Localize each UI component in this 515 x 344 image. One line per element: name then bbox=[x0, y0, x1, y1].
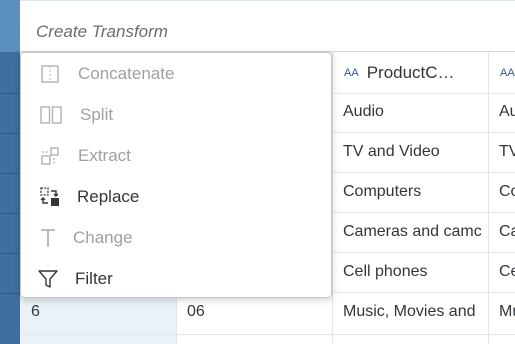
strip-divider bbox=[0, 173, 20, 174]
table-cell[interactable]: Audio bbox=[343, 92, 487, 132]
table-cell[interactable]: Music, Movies and bbox=[343, 292, 487, 332]
table-cell[interactable]: Co bbox=[499, 172, 515, 212]
column-header-next[interactable]: AA bbox=[500, 52, 515, 93]
table-cell[interactable]: Cameras and camc bbox=[343, 212, 488, 252]
menu-item-change[interactable]: Change bbox=[21, 217, 331, 258]
menu-item-extract[interactable]: Extract bbox=[21, 135, 331, 176]
table-cell[interactable]: Cell phones bbox=[343, 252, 487, 292]
menu-item-filter[interactable]: Filter bbox=[21, 258, 331, 299]
change-icon bbox=[37, 227, 59, 249]
menu-item-concatenate[interactable]: Concatenate bbox=[21, 53, 331, 94]
strip-divider bbox=[0, 253, 20, 254]
menu-item-label: Filter bbox=[75, 268, 113, 288]
replace-icon bbox=[39, 186, 61, 208]
concatenate-icon bbox=[39, 63, 61, 85]
split-icon bbox=[40, 104, 62, 126]
menu-item-replace[interactable]: Replace bbox=[21, 176, 331, 217]
string-type-icon: AA bbox=[344, 66, 359, 79]
table-cell[interactable]: TV bbox=[499, 132, 515, 172]
strip-divider bbox=[0, 133, 20, 134]
string-type-icon: AA bbox=[500, 66, 515, 79]
strip-header bbox=[0, 0, 20, 52]
menu-item-label: Extract bbox=[78, 145, 131, 165]
strip-divider bbox=[0, 213, 20, 214]
table-cell[interactable]: Ca bbox=[499, 212, 515, 252]
menu-item-split[interactable]: Split bbox=[21, 94, 331, 135]
strip-divider bbox=[0, 293, 20, 294]
extract-icon bbox=[39, 145, 61, 167]
filter-icon bbox=[37, 268, 59, 290]
menu-item-label: Split bbox=[80, 104, 114, 124]
table-cell[interactable]: TV and Video bbox=[343, 132, 487, 172]
menu-item-label: Replace bbox=[77, 186, 140, 206]
table-cell[interactable]: Au bbox=[499, 92, 515, 132]
column-header-label: ProductC… bbox=[366, 62, 455, 82]
table-cell[interactable]: Ce bbox=[499, 252, 515, 292]
transform-menu: Concatenate Split Extract Replace Change… bbox=[20, 52, 332, 298]
row-divider bbox=[20, 334, 515, 335]
row-selector-strip[interactable] bbox=[0, 0, 20, 344]
menu-item-label: Concatenate bbox=[78, 63, 175, 83]
create-transform-input[interactable]: Create Transform bbox=[36, 22, 168, 42]
menu-item-label: Change bbox=[73, 227, 133, 247]
table-cell[interactable]: Mu bbox=[499, 292, 515, 332]
strip-divider bbox=[0, 93, 20, 94]
table-cell[interactable]: Computers bbox=[343, 172, 487, 212]
transform-bar: Create Transform bbox=[20, 0, 515, 52]
column-header-productcategory[interactable]: AA ProductC… bbox=[344, 52, 484, 93]
